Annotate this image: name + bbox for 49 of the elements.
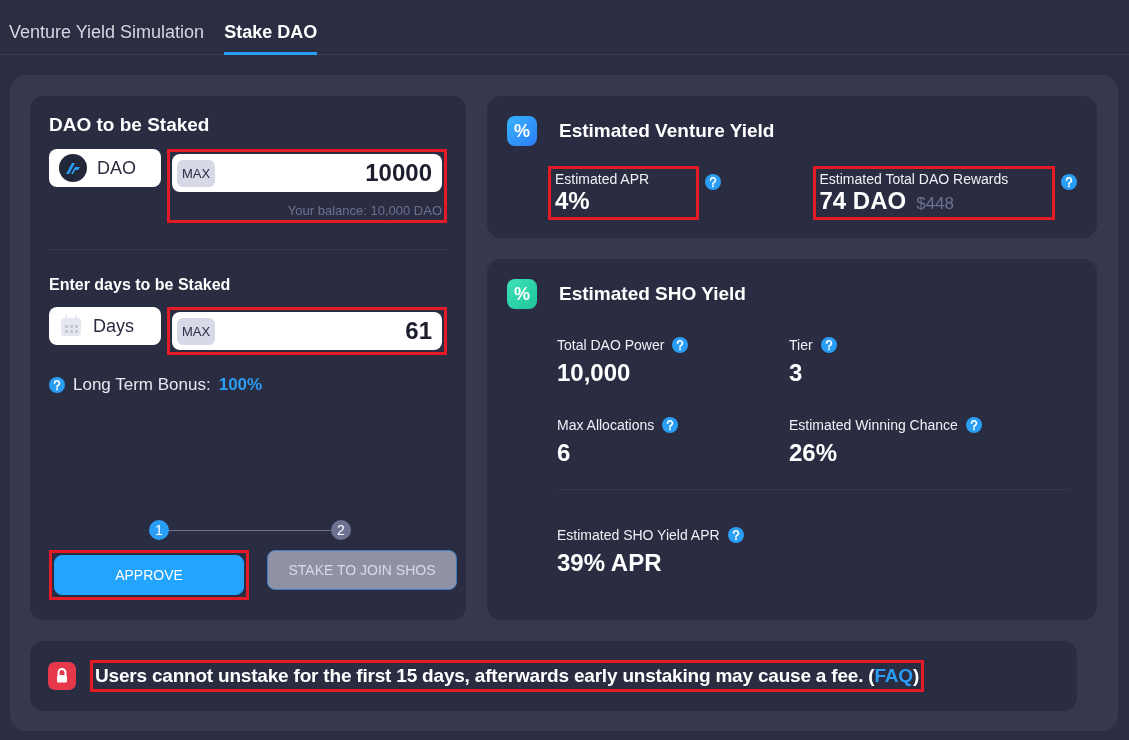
section-title: DAO to be Staked (49, 114, 211, 136)
stat-label: Estimated APR (555, 171, 651, 187)
bonus-label: Long Term Bonus: (73, 375, 211, 395)
stat-label: Total DAO Power (557, 337, 665, 353)
help-icon[interactable] (49, 377, 65, 393)
help-icon[interactable] (820, 337, 837, 353)
stat-value: 74 DAO (819, 187, 907, 215)
section-title: Enter days to be Staked (49, 276, 232, 294)
stat-value: 10,000 (557, 359, 632, 387)
help-icon[interactable] (662, 417, 679, 433)
max-button[interactable]: MAX (177, 159, 216, 187)
stat-label: Estimated Winning Chance (789, 417, 958, 433)
help-icon[interactable] (727, 527, 744, 543)
stat-value: 3 (789, 359, 804, 387)
percent-icon: % (507, 279, 537, 309)
percent-icon: % (507, 116, 537, 146)
token-selector[interactable]: DAO (49, 149, 161, 187)
calendar-icon (59, 314, 83, 338)
days-selector[interactable]: Days (49, 307, 161, 345)
step-indicator: 2 (331, 520, 351, 540)
max-button[interactable]: MAX (177, 317, 216, 345)
balance-text: Your balance: 10,000 DAO (286, 203, 442, 218)
stat-label: Max Allocations (557, 417, 655, 433)
stat-label: Estimated Total DAO Rewards (819, 171, 1010, 187)
tab[interactable]: Stake DAO (224, 0, 318, 55)
notice-text: Users cannot unstake for the first 15 days, afterwards early unstaking may cause a fee. (FAQ) (95, 665, 920, 687)
stat-value: 26% (789, 439, 839, 467)
days-label: Days (93, 315, 134, 337)
amount-field[interactable]: MAX 10000 (172, 154, 442, 192)
card-title: Estimated Venture Yield (559, 120, 775, 142)
step-indicator: 1 (149, 520, 169, 540)
stat-label: Tier (789, 337, 813, 353)
help-icon[interactable] (672, 337, 689, 353)
stat-value: 39% APR (557, 549, 663, 577)
faq-link[interactable]: FAQ (874, 665, 913, 686)
stat-label: Estimated SHO Yield APR (557, 527, 720, 543)
help-icon[interactable] (704, 174, 721, 190)
card-title: Estimated SHO Yield (559, 283, 746, 305)
usd-value: $448 (916, 194, 955, 214)
help-icon[interactable] (965, 417, 982, 433)
bonus-value: 100% (218, 375, 263, 395)
stat-value: 4% (555, 187, 590, 215)
help-icon[interactable] (1061, 174, 1077, 190)
days-field[interactable]: MAX 61 (172, 312, 442, 350)
token-logo-icon (59, 154, 87, 182)
token-label: DAO (97, 157, 136, 179)
stat-value: 6 (557, 439, 572, 467)
lock-icon (48, 662, 76, 690)
tab[interactable]: Venture Yield Simulation (9, 0, 205, 55)
